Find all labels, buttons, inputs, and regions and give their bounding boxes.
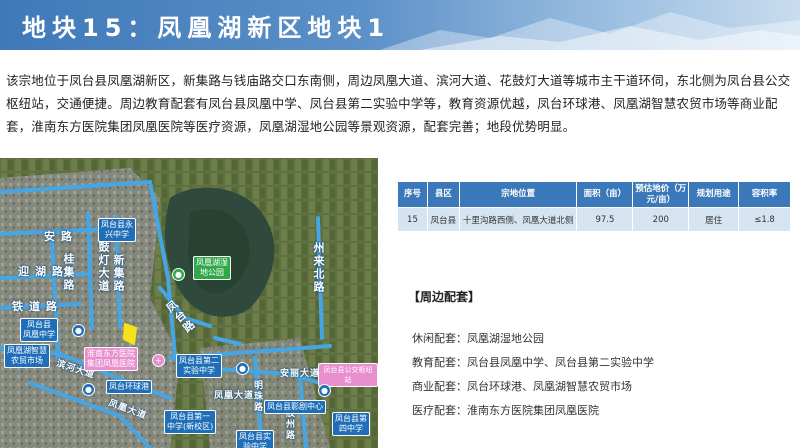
- site-map: 安路 迎湖路 铁道路 桂集路 花鼓灯大道 新集路 州来北路 凤台路 滨河大道 安…: [0, 158, 378, 448]
- col-header: 容积率: [738, 181, 791, 208]
- site-parcel: [122, 322, 138, 346]
- road-label: 州来北路: [312, 242, 325, 294]
- amenity-label: 商业配套：: [412, 380, 467, 393]
- poi-cultural: 凤台县影剧中心: [264, 400, 326, 414]
- table-cell: 居住: [688, 207, 740, 232]
- road-label: 凤凰大道: [214, 391, 255, 401]
- amenity-value: 淮南东方医院集团凤凰医院: [467, 404, 599, 417]
- poi-school: 凤台县实 验中学: [236, 430, 274, 448]
- parcel-table: 序号 县区 宗地位置 面积（亩） 预估地价（万元/亩） 规划用途 容积率 15 …: [397, 181, 791, 232]
- road-label: 桂集路: [62, 253, 75, 292]
- school-pin-icon: ●: [236, 362, 249, 375]
- poi-hospital: 淮南东方医院 集团凤凰医院: [84, 347, 138, 371]
- mall-pin-icon: ●: [82, 383, 95, 396]
- poi-bus-hub: 凤台县公交枢纽站: [318, 363, 378, 387]
- table-cell: 凤台县: [426, 207, 460, 232]
- amenity-row: 商业配套：凤台环球港、凤凰湖智慧农贸市场: [412, 378, 632, 394]
- table-header-row: 序号 县区 宗地位置 面积（亩） 预估地价（万元/亩） 规划用途 容积率: [397, 181, 791, 208]
- road-label: 明珠路: [252, 380, 262, 413]
- poi-school: 凤台县第二 实验中学: [176, 354, 222, 378]
- poi-park: 凤凰湖湿 地公园: [193, 256, 231, 280]
- poi-school: 凤台县第一 中学(新校区): [164, 410, 217, 434]
- school-pin-icon: ●: [318, 384, 331, 397]
- amenity-label: 教育配套：: [412, 356, 467, 369]
- amenity-value: 凤凰湖湿地公园: [467, 332, 544, 345]
- poi-school: 凤台县永 兴中学: [98, 218, 136, 242]
- col-header: 序号: [397, 181, 428, 208]
- header-banner: 地块15：凤凰湖新区地块1: [0, 0, 800, 50]
- poi-school: 凤台县 凤凰中学: [20, 318, 58, 342]
- amenities-title: 【周边配套】: [408, 290, 481, 304]
- table-cell: 15: [397, 207, 428, 232]
- intro-paragraph: 该宗地位于凤台县凤凰湖新区，新集路与钱庙路交口东南侧，周边凤凰大道、滨河大道、花…: [6, 73, 791, 134]
- col-header: 宗地位置: [458, 181, 578, 208]
- amenity-value: 凤台县凤凰中学、凤台县第二实验中学: [467, 356, 654, 369]
- table-cell: 200: [632, 207, 690, 232]
- poi-market: 凤凰湖智慧 农贸市场: [4, 344, 50, 368]
- col-header: 面积（亩）: [576, 181, 634, 208]
- table-cell: 十里沟路西侧、凤凰大道北侧: [458, 207, 578, 232]
- col-header: 县区: [426, 181, 460, 208]
- amenity-label: 休闲配套：: [412, 332, 467, 345]
- col-header: 预估地价（万元/亩）: [632, 181, 690, 208]
- table-cell: 97.5: [576, 207, 634, 232]
- park-pin-icon: ●: [172, 268, 185, 281]
- road-label: 铁道路: [12, 300, 63, 313]
- poi-mall: 凤台环球港: [106, 380, 152, 394]
- col-header: 规划用途: [688, 181, 740, 208]
- hospital-pin-icon: +: [152, 354, 165, 367]
- poi-school: 凤台县第 四中学: [332, 412, 370, 436]
- road-label: 安路: [44, 230, 78, 243]
- amenity-row: 教育配套：凤台县凤凰中学、凤台县第二实验中学: [412, 354, 654, 370]
- table-cell: ≤1.8: [738, 207, 791, 232]
- school-pin-icon: ●: [72, 324, 85, 337]
- road-label: 新集路: [112, 254, 125, 293]
- amenity-label: 医疗配套：: [412, 404, 467, 417]
- amenity-value: 凤台环球港、凤凰湖智慧农贸市场: [467, 380, 632, 393]
- road-label: 安丽大道: [280, 369, 321, 379]
- mountain-decoration: [380, 12, 800, 50]
- amenity-row: 医疗配套：淮南东方医院集团凤凰医院: [412, 402, 599, 418]
- table-row: 15 凤台县 十里沟路西侧、凤凰大道北侧 97.5 200 居住 ≤1.8: [397, 207, 791, 232]
- amenity-row: 休闲配套：凤凰湖湿地公园: [412, 330, 544, 346]
- page-title: 地块15：凤凰湖新区地块1: [22, 14, 391, 42]
